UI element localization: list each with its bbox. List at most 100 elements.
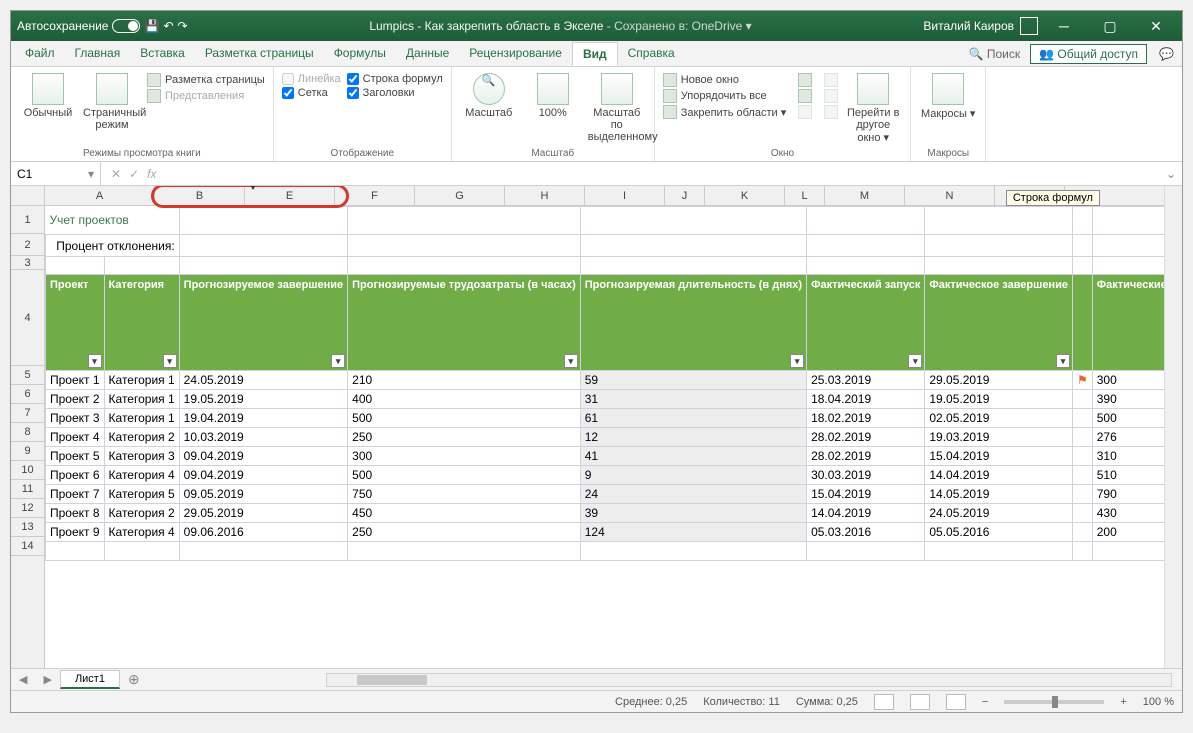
filter-dropdown-icon[interactable]: ▾: [564, 354, 578, 368]
page-layout-button[interactable]: Разметка страницы: [147, 73, 265, 87]
table-header[interactable]: Прогнозируемое завершение▾: [179, 275, 347, 371]
table-cell[interactable]: 09.06.2016: [179, 523, 347, 542]
table-cell[interactable]: [1072, 447, 1092, 466]
headings-checkbox[interactable]: Заголовки: [347, 87, 443, 99]
qat-redo-icon[interactable]: ↷: [178, 19, 188, 33]
cell[interactable]: [580, 542, 806, 561]
normal-view-button[interactable]: Обычный: [19, 71, 77, 119]
filter-dropdown-icon[interactable]: ▾: [790, 354, 804, 368]
qat-undo-icon[interactable]: ↶: [163, 19, 173, 33]
table-cell[interactable]: 28.02.2019: [807, 428, 925, 447]
col-header-A[interactable]: A: [45, 186, 155, 205]
table-cell[interactable]: 200: [1092, 523, 1164, 542]
ribbon-tab-главная[interactable]: Главная: [65, 42, 131, 66]
row-header[interactable]: 9: [11, 442, 44, 461]
table-header[interactable]: Фактический запуск▾: [807, 275, 925, 371]
filter-dropdown-icon[interactable]: ▾: [88, 354, 102, 368]
split-icon[interactable]: [798, 73, 812, 87]
custom-views-button[interactable]: Представления: [147, 89, 265, 103]
table-cell[interactable]: 29.05.2019: [179, 504, 347, 523]
table-cell[interactable]: 05.03.2016: [807, 523, 925, 542]
table-cell[interactable]: 500: [348, 466, 581, 485]
cell[interactable]: [179, 207, 347, 235]
table-cell[interactable]: 450: [348, 504, 581, 523]
row-header[interactable]: 12: [11, 499, 44, 518]
table-cell[interactable]: 41: [580, 447, 806, 466]
cell[interactable]: [104, 542, 179, 561]
formula-bar-checkbox[interactable]: Строка формул: [347, 73, 443, 85]
col-header-H[interactable]: H: [505, 186, 585, 205]
formula-expand-icon[interactable]: ⌄: [1160, 167, 1182, 181]
col-header-M[interactable]: M: [825, 186, 905, 205]
row-header[interactable]: 1: [11, 206, 44, 234]
table-cell[interactable]: 09.05.2019: [179, 485, 347, 504]
hide-icon[interactable]: [798, 89, 812, 103]
ribbon-tab-справка[interactable]: Справка: [618, 42, 685, 66]
table-header[interactable]: Фактические трудозатраты (в часах)▾: [1092, 275, 1164, 371]
table-cell[interactable]: Проект 9: [46, 523, 105, 542]
enter-icon[interactable]: ✓: [129, 167, 139, 181]
filter-dropdown-icon[interactable]: ▾: [163, 354, 177, 368]
table-cell[interactable]: 09.04.2019: [179, 466, 347, 485]
cell[interactable]: [925, 207, 1073, 235]
filter-dropdown-icon[interactable]: ▾: [1056, 354, 1070, 368]
table-cell[interactable]: Проект 1: [46, 371, 105, 390]
table-cell[interactable]: 30.03.2019: [807, 466, 925, 485]
col-header-B[interactable]: B: [155, 186, 245, 205]
table-cell[interactable]: 19.05.2019: [925, 390, 1073, 409]
column-headers[interactable]: ABEFGHIJKLMNO: [45, 186, 1164, 206]
row-headers[interactable]: 1234567891011121314: [11, 206, 45, 668]
cell[interactable]: [179, 257, 347, 275]
view-layout-icon[interactable]: [910, 694, 930, 710]
table-cell[interactable]: 25.03.2019: [807, 371, 925, 390]
table-cell[interactable]: 430: [1092, 504, 1164, 523]
table-cell[interactable]: Категория 1: [104, 390, 179, 409]
table-cell[interactable]: 276: [1092, 428, 1164, 447]
maximize-button[interactable]: ▢: [1090, 12, 1130, 40]
table-header[interactable]: Проект▾: [46, 275, 105, 371]
horizontal-scrollbar[interactable]: [326, 673, 1172, 687]
table-cell[interactable]: 61: [580, 409, 806, 428]
zoom-100-button[interactable]: 100%: [524, 71, 582, 119]
cell[interactable]: [807, 542, 925, 561]
ribbon-tab-данные[interactable]: Данные: [396, 42, 459, 66]
table-cell[interactable]: [1072, 485, 1092, 504]
share-button[interactable]: 👥 Общий доступ: [1030, 44, 1147, 64]
table-header[interactable]: Категория▾: [104, 275, 179, 371]
row-header[interactable]: 10: [11, 461, 44, 480]
table-cell[interactable]: 29.05.2019: [925, 371, 1073, 390]
table-cell[interactable]: Категория 4: [104, 466, 179, 485]
table-cell[interactable]: 12: [580, 428, 806, 447]
table-cell[interactable]: 500: [348, 409, 581, 428]
deviation-label[interactable]: Процент отклонения:: [46, 235, 180, 257]
cell[interactable]: [1092, 207, 1164, 235]
table-cell[interactable]: 300: [1092, 371, 1164, 390]
view-normal-icon[interactable]: [874, 694, 894, 710]
macros-button[interactable]: Макросы ▾: [919, 71, 977, 120]
table-cell[interactable]: 31: [580, 390, 806, 409]
table-header[interactable]: [1072, 275, 1092, 371]
row-header[interactable]: 2: [11, 234, 44, 256]
sheet-nav-prev[interactable]: ◀: [11, 673, 35, 686]
table-cell[interactable]: 05.05.2016: [925, 523, 1073, 542]
row-header[interactable]: 11: [11, 480, 44, 499]
table-cell[interactable]: 250: [348, 523, 581, 542]
cell[interactable]: [104, 257, 179, 275]
table-cell[interactable]: [1072, 466, 1092, 485]
table-cell[interactable]: Проект 2: [46, 390, 105, 409]
cell[interactable]: [580, 235, 806, 257]
cell[interactable]: [348, 207, 581, 235]
row-header[interactable]: 4: [11, 270, 44, 366]
ribbon-tab-разметка страницы[interactable]: Разметка страницы: [195, 42, 324, 66]
row-header[interactable]: 14: [11, 537, 44, 556]
zoom-level[interactable]: 100 %: [1143, 696, 1174, 708]
ribbon-tab-вид[interactable]: Вид: [572, 42, 618, 66]
table-cell[interactable]: 250: [348, 428, 581, 447]
table-cell[interactable]: 14.04.2019: [925, 466, 1073, 485]
sheet-tab[interactable]: Лист1: [60, 670, 120, 689]
cell[interactable]: [807, 235, 925, 257]
zoom-selection-button[interactable]: Масштаб по выделенному: [588, 71, 646, 143]
table-cell[interactable]: 500: [1092, 409, 1164, 428]
ribbon-tab-рецензирование[interactable]: Рецензирование: [459, 42, 572, 66]
col-header-J[interactable]: J: [665, 186, 705, 205]
